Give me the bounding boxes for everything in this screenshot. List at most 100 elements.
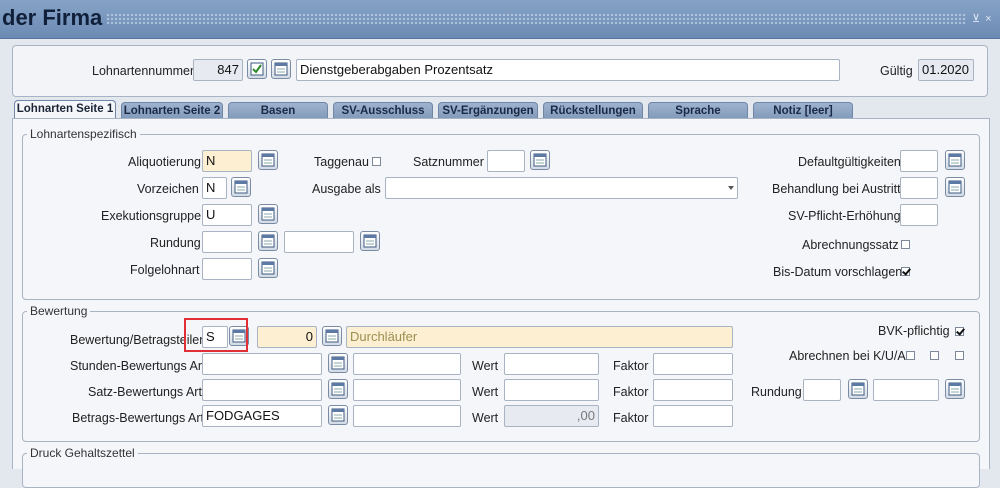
bewertung-rundung-field-2[interactable] xyxy=(873,379,939,401)
rundung-lookup-button-2[interactable] xyxy=(360,231,380,251)
betragsteiler-number-lookup-button[interactable] xyxy=(322,326,342,346)
lookup-icon xyxy=(948,180,962,194)
satz-lookup-button[interactable] xyxy=(328,379,348,399)
lohnartennummer-label: Lohnartennummer xyxy=(92,64,195,78)
confirm-button[interactable] xyxy=(247,59,267,79)
folgelohnart-field[interactable] xyxy=(202,258,252,280)
aliquotierung-field[interactable]: N xyxy=(202,150,252,172)
lookup-icon xyxy=(851,382,865,396)
sv-pflicht-label: SV-Pflicht-Erhöhung xyxy=(788,209,901,223)
stunden-wert-label: Wert xyxy=(472,359,499,373)
lookup-icon xyxy=(234,180,248,194)
lohnart-lookup-button[interactable] xyxy=(271,59,291,79)
lookup-icon xyxy=(331,382,345,396)
taggenau-checkbox[interactable] xyxy=(372,157,381,166)
stunden-lookup-button[interactable] xyxy=(328,353,348,373)
betrags-faktor-label: Faktor xyxy=(613,411,649,425)
taggenau-label: Taggenau xyxy=(314,155,369,169)
abrechnungssatz-label: Abrechnungssatz xyxy=(802,238,899,252)
bewertung-rundung-field[interactable] xyxy=(803,379,841,401)
exekutionsgruppe-label: Exekutionsgruppe xyxy=(101,209,202,223)
title-bar: der Firma ⊻ × xyxy=(0,0,1000,39)
defaultgueltigkeiten-lookup-button[interactable] xyxy=(945,150,965,170)
abrechnen-k-checkbox[interactable] xyxy=(906,351,915,360)
bvk-label: BVK-pflichtig xyxy=(878,324,950,338)
satz-wert-field[interactable] xyxy=(504,379,599,401)
rundung-label: Rundung xyxy=(150,236,201,250)
sv-pflicht-field[interactable] xyxy=(900,204,938,226)
lookup-icon xyxy=(261,234,275,248)
title-bar-pattern xyxy=(106,13,966,24)
aliquotierung-lookup-button[interactable] xyxy=(258,150,278,170)
lookup-icon xyxy=(325,329,339,343)
betragsteiler-number-field[interactable]: 0 xyxy=(257,326,317,348)
lookup-icon xyxy=(261,207,275,221)
betrags-text-field[interactable] xyxy=(353,405,461,427)
abrechnen-a-checkbox[interactable] xyxy=(955,351,964,360)
behandlung-austritt-lookup-button[interactable] xyxy=(945,177,965,197)
betrags-field[interactable]: FODGAGES xyxy=(202,405,322,427)
dropdown-arrow-icon xyxy=(728,186,734,190)
stunden-wert-field[interactable] xyxy=(504,353,599,375)
vorzeichen-label: Vorzeichen xyxy=(137,182,199,196)
lookup-icon xyxy=(261,261,275,275)
lookup-icon xyxy=(363,234,377,248)
druck-group: Druck Gehaltszettel xyxy=(22,446,980,488)
lohnartenspezifisch-legend: Lohnartenspezifisch xyxy=(30,127,137,141)
abrechnungssatz-checkbox[interactable] xyxy=(901,240,910,249)
bewertung-legend: Bewertung xyxy=(30,304,88,318)
rundung-field[interactable] xyxy=(202,231,252,253)
stunden-faktor-field[interactable] xyxy=(653,353,733,375)
ausgabe-als-label: Ausgabe als xyxy=(312,182,381,196)
aliquotierung-label: Aliquotierung xyxy=(128,155,201,169)
bvk-checkbox[interactable] xyxy=(955,327,964,336)
exekutionsgruppe-lookup-button[interactable] xyxy=(258,204,278,224)
betrags-label: Betrags-Bewertungs Art xyxy=(72,411,205,425)
rundung-lookup-button[interactable] xyxy=(258,231,278,251)
folgelohnart-lookup-button[interactable] xyxy=(258,258,278,278)
satz-text-field[interactable] xyxy=(353,379,461,401)
highlight-box xyxy=(184,318,248,352)
stunden-text-field[interactable] xyxy=(353,353,461,375)
betragsteiler-text-field[interactable]: Durchläufer xyxy=(346,326,733,348)
defaultgueltigkeiten-field[interactable] xyxy=(900,150,938,172)
betrags-faktor-field[interactable] xyxy=(653,405,733,427)
satz-faktor-label: Faktor xyxy=(613,385,649,399)
betrags-wert-field[interactable]: ,00 xyxy=(504,405,599,427)
behandlung-austritt-field[interactable] xyxy=(900,177,938,199)
behandlung-austritt-label: Behandlung bei Austritt xyxy=(772,182,901,196)
exekutionsgruppe-field[interactable]: U xyxy=(202,204,252,226)
vorzeichen-field[interactable]: N xyxy=(202,177,227,199)
satz-faktor-field[interactable] xyxy=(653,379,733,401)
betrags-wert-label: Wert xyxy=(472,411,499,425)
satznummer-label: Satznummer xyxy=(413,155,484,169)
stunden-field[interactable] xyxy=(202,353,322,375)
tab-lohnarten-seite-1[interactable]: Lohnarten Seite 1 xyxy=(14,100,116,120)
lookup-icon xyxy=(948,382,962,396)
abrechnen-u-checkbox[interactable] xyxy=(930,351,939,360)
satz-field[interactable] xyxy=(202,379,322,401)
lookup-icon xyxy=(261,153,275,167)
vorzeichen-lookup-button[interactable] xyxy=(231,177,251,197)
druck-legend: Druck Gehaltszettel xyxy=(30,446,135,460)
lookup-icon xyxy=(274,62,288,76)
satznummer-lookup-button[interactable] xyxy=(530,150,550,170)
lookup-icon xyxy=(331,356,345,370)
bewertung-rundung-lookup-button[interactable] xyxy=(848,379,868,399)
window-controls-icon[interactable]: ⊻ × xyxy=(972,12,993,25)
gueltig-field[interactable]: 01.2020 xyxy=(918,59,974,81)
abrechnen-label: Abrechnen bei K/U/A xyxy=(789,349,906,363)
ausgabe-als-dropdown[interactable] xyxy=(724,178,738,198)
bewertung-rundung-lookup-button-2[interactable] xyxy=(945,379,965,399)
lohnartennummer-field[interactable]: 847 xyxy=(193,59,243,81)
lohnart-bezeichnung-field[interactable]: Dienstgeberabgaben Prozentsatz xyxy=(296,59,840,81)
betrags-lookup-button[interactable] xyxy=(328,405,348,425)
satz-wert-label: Wert xyxy=(472,385,499,399)
ausgabe-als-select[interactable] xyxy=(385,177,738,199)
folgelohnart-label: Folgelohnart xyxy=(130,263,200,277)
rundung-field-2[interactable] xyxy=(284,231,354,253)
satznummer-field[interactable] xyxy=(487,150,525,172)
check-icon xyxy=(250,62,264,76)
bis-datum-checkbox[interactable] xyxy=(901,267,910,276)
window-title: der Firma xyxy=(2,5,103,30)
